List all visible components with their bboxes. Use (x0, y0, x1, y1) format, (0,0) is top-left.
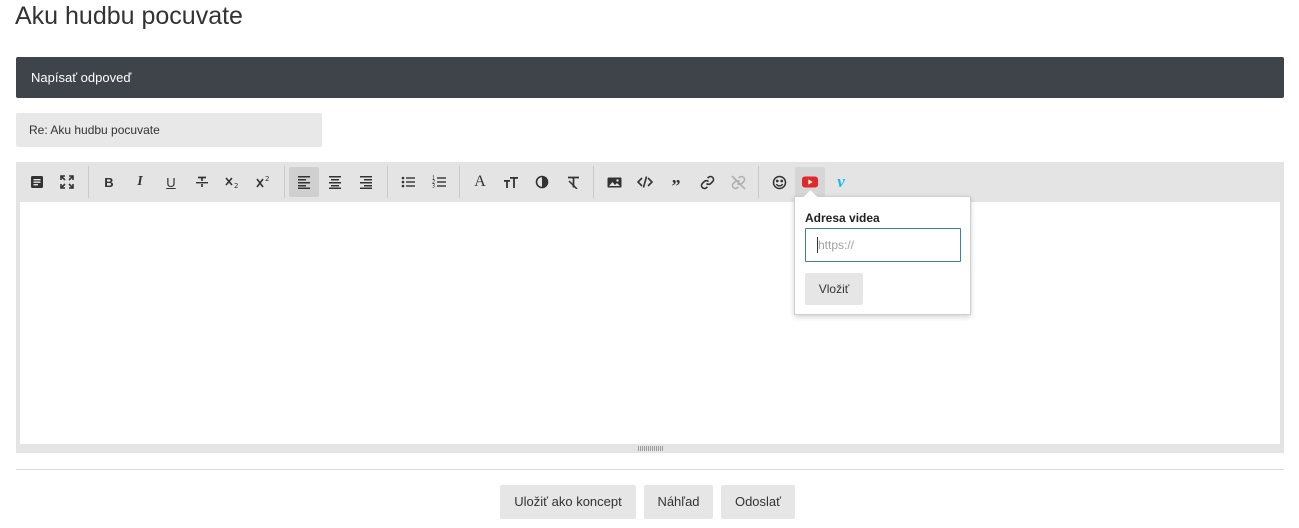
preview-button[interactable]: Náhľad (644, 485, 713, 519)
align-right-icon (359, 175, 373, 189)
clear-format-icon (566, 175, 581, 189)
bulleted-list-icon (401, 175, 416, 189)
subscript-icon: 2 (225, 175, 241, 189)
toolbar-code-button[interactable] (630, 167, 660, 197)
svg-text:2: 2 (234, 182, 238, 189)
save-draft-button[interactable]: Uložiť ako koncept (500, 485, 636, 519)
text-caret (817, 237, 818, 253)
send-button[interactable]: Odoslať (721, 485, 795, 519)
toolbar-italic-button[interactable]: I (125, 167, 155, 197)
video-insert-button[interactable]: Vložiť (805, 273, 863, 305)
strikethrough-icon (195, 175, 209, 189)
youtube-icon (802, 176, 818, 188)
svg-text:2: 2 (265, 175, 269, 183)
toolbar-separator (387, 166, 388, 198)
unlink-icon (730, 174, 746, 190)
italic-icon: I (137, 174, 143, 189)
toolbar-unlink-button[interactable] (723, 167, 753, 197)
toolbar-align-left-button[interactable] (289, 167, 319, 197)
toolbar-superscript-button[interactable]: 2 (249, 167, 279, 197)
rich-text-editor: B I U 2 2 1 2 3 A ” v (16, 162, 1284, 453)
toolbar-numbered-list-button[interactable]: 123 (424, 167, 454, 197)
align-center-icon (328, 175, 342, 189)
toolbar-font-button[interactable]: A (465, 167, 495, 197)
toolbar-link-button[interactable] (692, 167, 722, 197)
quote-icon: ” (671, 175, 681, 196)
align-left-icon (297, 175, 311, 189)
toolbar-separator (284, 166, 285, 198)
toolbar-fullscreen-button[interactable] (52, 167, 82, 197)
video-url-label: Adresa videa (805, 211, 880, 225)
toolbar-separator (88, 166, 89, 198)
smiley-icon (772, 175, 787, 190)
toolbar-source-button[interactable] (22, 167, 52, 197)
reply-header-label: Napísať odpoveď (31, 70, 132, 85)
numbered-list-icon: 123 (432, 175, 447, 189)
video-url-input[interactable] (805, 228, 961, 262)
bold-icon: B (104, 174, 114, 190)
image-icon (607, 176, 622, 189)
underline-icon: U (166, 174, 176, 190)
reply-header: Napísať odpoveď (16, 57, 1284, 98)
vimeo-icon: v (837, 172, 845, 191)
code-icon (637, 175, 653, 189)
svg-text:3: 3 (432, 184, 435, 190)
file-icon (30, 175, 44, 189)
toolbar-align-center-button[interactable] (320, 167, 350, 197)
toolbar-clear-format-button[interactable] (558, 167, 588, 197)
toolbar-font-size-button[interactable] (496, 167, 526, 197)
toolbar-separator (593, 166, 594, 198)
toolbar-emoji-button[interactable] (764, 167, 794, 197)
toolbar-color-button[interactable] (527, 167, 557, 197)
toolbar-strikethrough-button[interactable] (187, 167, 217, 197)
form-divider (16, 469, 1284, 470)
link-icon (700, 175, 715, 190)
toolbar-separator (758, 166, 759, 198)
toolbar-bulleted-list-button[interactable] (393, 167, 423, 197)
toolbar-image-button[interactable] (599, 167, 629, 197)
toolbar-quote-button[interactable]: ” (661, 167, 691, 197)
toolbar-vimeo-button[interactable]: v (826, 167, 856, 197)
contrast-icon (535, 175, 549, 189)
font-size-icon (503, 175, 519, 189)
toolbar-bold-button[interactable]: B (94, 167, 124, 197)
video-url-popup: Adresa videa Vložiť (794, 188, 971, 315)
toolbar-subscript-button[interactable]: 2 (218, 167, 248, 197)
editor-toolbar: B I U 2 2 1 2 3 A ” v (16, 162, 1284, 202)
toolbar-separator (459, 166, 460, 198)
fullscreen-icon (60, 175, 74, 189)
font-icon: A (474, 173, 486, 190)
superscript-icon: 2 (256, 175, 272, 189)
toolbar-underline-button[interactable]: U (156, 167, 186, 197)
page-title: Aku hudbu pocuvate (15, 2, 243, 30)
subject-input[interactable] (16, 113, 322, 147)
editor-content-area[interactable] (20, 202, 1280, 444)
toolbar-align-right-button[interactable] (351, 167, 381, 197)
editor-resize-handle[interactable] (638, 446, 663, 451)
